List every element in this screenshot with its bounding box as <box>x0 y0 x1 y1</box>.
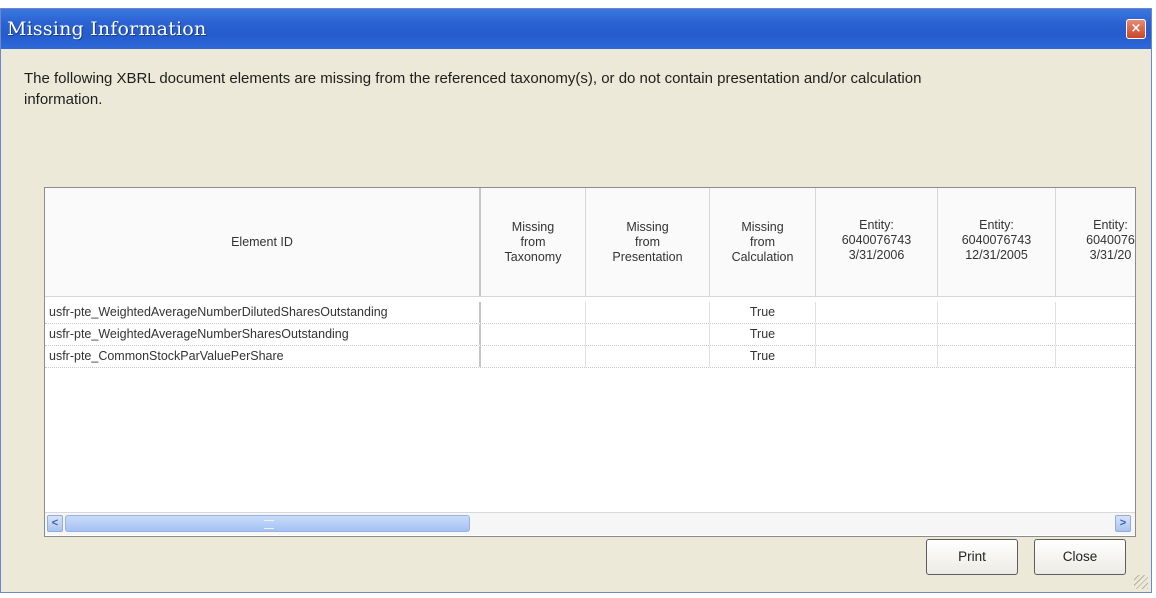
missing-elements-grid[interactable]: Element ID Missing from Taxonomy Missing… <box>44 187 1136 537</box>
grid-header-row: Element ID Missing from Taxonomy Missing… <box>45 188 1135 297</box>
close-button[interactable]: Close <box>1034 539 1126 575</box>
table-row[interactable]: usfr-pte_CommonStockParValuePerShare Tru… <box>45 346 1135 368</box>
entity-2-cell <box>938 302 1056 323</box>
dialog-title: Missing Information <box>7 18 207 40</box>
entity-3-cell <box>1056 324 1135 345</box>
header-element-id[interactable]: Element ID <box>45 188 481 296</box>
header-entity-1[interactable]: Entity: 6040076743 3/31/2006 <box>816 188 938 296</box>
print-button[interactable]: Print <box>926 539 1018 575</box>
scrollbar-thumb[interactable] <box>65 515 470 532</box>
presentation-cell <box>586 346 710 367</box>
message-text: The following XBRL document elements are… <box>24 70 922 108</box>
table-row[interactable]: usfr-pte_WeightedAverageNumberSharesOuts… <box>45 324 1135 346</box>
taxonomy-cell <box>481 324 586 345</box>
title-bar[interactable]: Missing Information × <box>1 9 1151 49</box>
calculation-cell: True <box>710 324 816 345</box>
element-id-cell: usfr-pte_WeightedAverageNumberDilutedSha… <box>45 302 481 323</box>
taxonomy-cell <box>481 346 586 367</box>
header-missing-presentation[interactable]: Missing from Presentation <box>586 188 710 296</box>
header-entity-2[interactable]: Entity: 6040076743 12/31/2005 <box>938 188 1056 296</box>
missing-information-dialog: Missing Information × The following XBRL… <box>0 8 1152 593</box>
header-entity-3[interactable]: Entity: 6040076 3/31/20 <box>1056 188 1135 296</box>
entity-1-cell <box>816 346 938 367</box>
entity-2-cell <box>938 324 1056 345</box>
presentation-cell <box>586 302 710 323</box>
close-icon[interactable]: × <box>1126 19 1146 39</box>
entity-2-cell <box>938 346 1056 367</box>
table-row[interactable]: usfr-pte_WeightedAverageNumberDilutedSha… <box>45 302 1135 324</box>
calculation-cell: True <box>710 302 816 323</box>
horizontal-scrollbar[interactable]: < > <box>45 512 1135 535</box>
entity-3-cell <box>1056 346 1135 367</box>
calculation-cell: True <box>710 346 816 367</box>
element-id-cell: usfr-pte_WeightedAverageNumberSharesOuts… <box>45 324 481 345</box>
element-id-cell: usfr-pte_CommonStockParValuePerShare <box>45 346 481 367</box>
taxonomy-cell <box>481 302 586 323</box>
header-missing-calculation[interactable]: Missing from Calculation <box>710 188 816 296</box>
chevron-right-icon[interactable]: > <box>1115 515 1131 532</box>
entity-1-cell <box>816 324 938 345</box>
header-missing-taxonomy[interactable]: Missing from Taxonomy <box>481 188 586 296</box>
entity-1-cell <box>816 302 938 323</box>
grip-icon <box>264 520 274 529</box>
resize-grip-icon[interactable] <box>1134 575 1148 589</box>
presentation-cell <box>586 324 710 345</box>
entity-3-cell <box>1056 302 1135 323</box>
chevron-left-icon[interactable]: < <box>47 515 63 532</box>
